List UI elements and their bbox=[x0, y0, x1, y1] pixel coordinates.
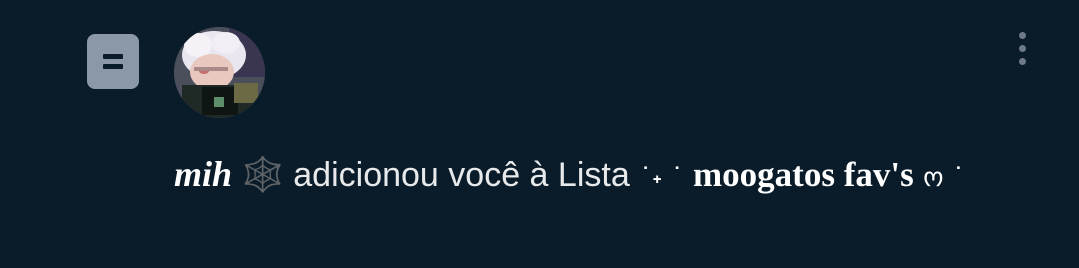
list-suffix-decoration: ო ˙ bbox=[923, 163, 965, 193]
more-options-button[interactable] bbox=[1008, 28, 1038, 70]
actor-emoji: 🕸️ bbox=[241, 156, 284, 194]
list-icon bbox=[87, 34, 139, 89]
action-text: adicionou você à Lista bbox=[283, 156, 640, 194]
more-vertical-icon bbox=[1019, 32, 1026, 39]
notification-text: mih 🕸️ adicionou você à Lista ˙˖ ˙ mooga… bbox=[174, 136, 1054, 216]
list-name-link[interactable]: moogatos fav's bbox=[693, 155, 914, 194]
notification-item[interactable]: mih 🕸️ adicionou você à Lista ˙˖ ˙ mooga… bbox=[0, 0, 1079, 268]
user-avatar[interactable] bbox=[174, 27, 265, 118]
actor-name[interactable]: mih bbox=[174, 154, 232, 194]
list-prefix-decoration: ˙˖ ˙ bbox=[639, 163, 684, 193]
